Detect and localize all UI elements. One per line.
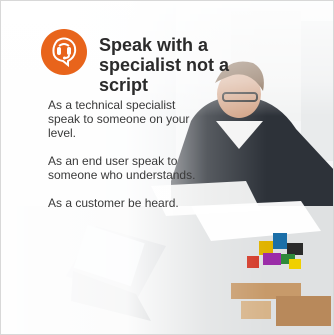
- promo-card: Speak with a specialist not a script As …: [0, 0, 334, 335]
- paragraph-technical-specialist: As a technical specialist speak to someo…: [48, 98, 190, 140]
- promo-header: Speak with a specialist not a script: [41, 29, 249, 95]
- headset-speech-bubble-icon: [41, 29, 87, 75]
- promo-title: Speak with a specialist not a script: [99, 35, 230, 95]
- paragraph-end-user: As an end user speak to someone who unde…: [48, 154, 196, 182]
- paragraph-customer: As a customer be heard.: [48, 196, 179, 210]
- promo-copy: As a technical specialist speak to someo…: [48, 98, 198, 224]
